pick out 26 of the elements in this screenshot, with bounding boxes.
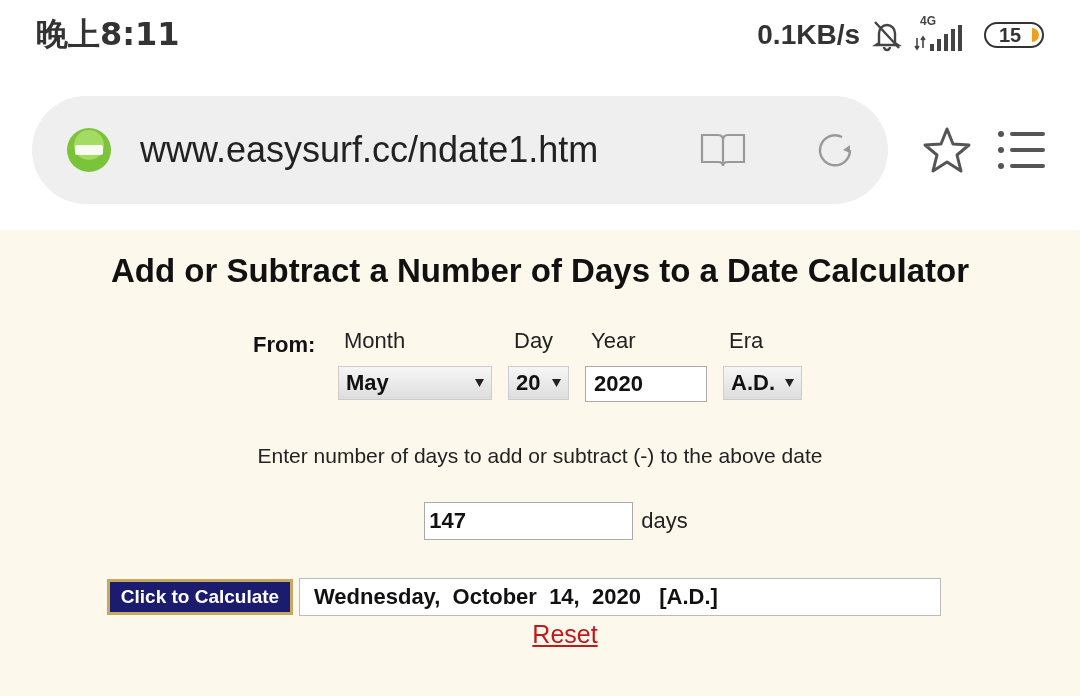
caret-icon (475, 379, 484, 387)
days-label: days (641, 508, 688, 534)
field-label: Era (728, 328, 765, 354)
status-time: 晚上8:11 (36, 14, 180, 55)
page-title: Add or Subtract a Number of Days to a Date Calculator (110, 252, 970, 290)
caret-icon (785, 379, 794, 387)
battery-icon: 15 (984, 22, 1044, 48)
network-speed: 0.1KB/s (757, 19, 860, 51)
reset-link[interactable]: Reset (482, 620, 598, 649)
field-label: Month (343, 328, 407, 354)
star-icon[interactable] (922, 126, 972, 174)
field-label: Day (513, 328, 555, 354)
days-field[interactable]: 147 (424, 502, 634, 540)
site-logo-icon (66, 127, 112, 173)
instruction-text: Enter number of days to add or subtract (-) to the above date (257, 444, 823, 468)
caret-icon (552, 379, 561, 387)
from-label: From: (253, 331, 317, 358)
dropdown[interactable]: A.D. (723, 366, 802, 400)
network-type: 4G (920, 14, 936, 28)
calculate-button[interactable]: Click to Calculate (107, 579, 293, 615)
dropdown[interactable]: May (338, 366, 492, 400)
dropdown[interactable]: 20 (508, 366, 569, 400)
menu-icon[interactable] (998, 130, 1046, 170)
field-label: Year (590, 328, 637, 354)
input-field[interactable]: 2020 (585, 366, 707, 402)
result-field: Wednesday, October 14, 2020 [A.D.] (299, 578, 941, 616)
